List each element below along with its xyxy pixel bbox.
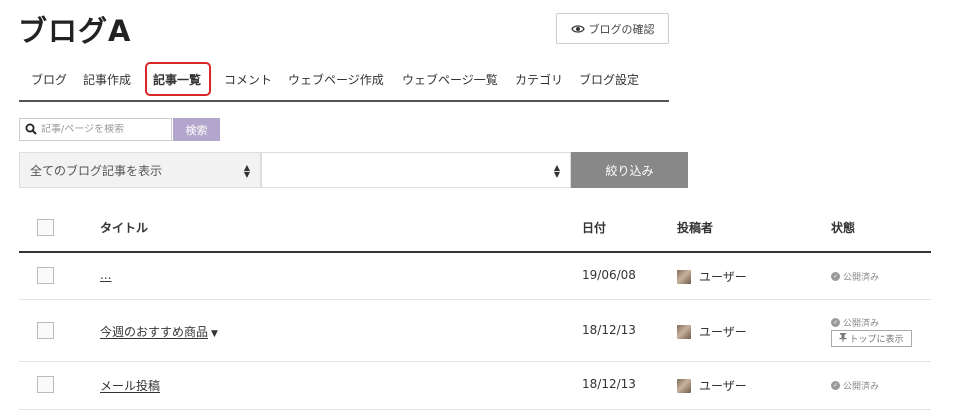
- avatar: [677, 324, 691, 339]
- avatar: [677, 269, 691, 284]
- tab-blog[interactable]: ブログ: [31, 58, 67, 100]
- row-checkbox[interactable]: [37, 322, 54, 339]
- post-title-cell: 今週のおすすめ商品 ▼: [100, 323, 218, 340]
- status-badge: ✓ 公開済み: [831, 270, 879, 283]
- check-circle-icon: ✓: [831, 272, 840, 281]
- caret-down-icon[interactable]: ▼: [211, 329, 218, 339]
- up-down-arrows-icon: ▲ ▼: [243, 163, 250, 179]
- pinned-top-label: トップに表示: [849, 335, 904, 345]
- apply-filter-button[interactable]: 絞り込み: [571, 152, 688, 188]
- post-date: 18/12/13: [582, 323, 636, 337]
- row-checkbox[interactable]: [37, 376, 54, 393]
- secondary-filter-select[interactable]: ▲ ▼: [261, 152, 571, 188]
- row-checkbox[interactable]: [37, 267, 54, 284]
- search-field: [19, 118, 172, 141]
- row-divider: [19, 299, 931, 300]
- tab-new-webpage[interactable]: ウェブページ作成: [288, 58, 384, 100]
- check-circle-icon: ✓: [831, 381, 840, 390]
- preview-blog-button[interactable]: ブログの確認: [556, 13, 669, 44]
- up-down-arrows-icon: ▲ ▼: [553, 163, 560, 179]
- post-author: ユーザー: [677, 323, 747, 340]
- status-badge: ✓ 公開済み: [831, 316, 879, 329]
- post-author: ユーザー: [677, 268, 747, 285]
- post-author: ユーザー: [677, 377, 747, 394]
- tab-comments[interactable]: コメント: [224, 58, 272, 100]
- column-header-author[interactable]: 投稿者: [677, 219, 713, 236]
- status-label: 公開済み: [843, 273, 880, 283]
- tab-new-post[interactable]: 記事作成: [83, 58, 131, 100]
- author-name: ユーザー: [699, 379, 747, 393]
- pinned-top-badge: トップに表示: [831, 330, 912, 347]
- eye-icon: [570, 24, 585, 34]
- post-title-link[interactable]: ...: [100, 268, 111, 282]
- blog-filter-select[interactable]: 全てのブログ記事を表示 ▲ ▼: [19, 152, 261, 188]
- active-tab-highlight: [145, 62, 211, 96]
- status-label: 公開済み: [843, 319, 880, 329]
- search-button[interactable]: 検索: [173, 118, 220, 141]
- author-name: ユーザー: [699, 325, 747, 339]
- post-title-link[interactable]: メール投稿: [100, 377, 160, 394]
- tab-blog-settings[interactable]: ブログ設定: [579, 58, 639, 100]
- column-header-status[interactable]: 状態: [831, 219, 855, 236]
- blog-filter-value: 全てのブログ記事を表示: [30, 163, 163, 178]
- post-date: 19/06/08: [582, 268, 636, 282]
- tab-bar: ブログ 記事作成 記事一覧 コメント ウェブページ作成 ウェブページ一覧 カテゴ…: [19, 58, 669, 102]
- check-circle-icon: ✓: [831, 318, 840, 327]
- status-label: 公開済み: [843, 382, 880, 392]
- search-input[interactable]: [41, 124, 161, 135]
- row-divider: [19, 361, 931, 362]
- preview-blog-label: ブログの確認: [588, 22, 655, 36]
- tab-webpage-list[interactable]: ウェブページ一覧: [402, 58, 498, 100]
- page-title: ブログA: [18, 14, 132, 48]
- search-icon: [25, 120, 37, 139]
- post-date: 18/12/13: [582, 377, 636, 391]
- pin-icon: [839, 332, 847, 345]
- post-title-link[interactable]: 今週のおすすめ商品: [100, 325, 208, 339]
- row-divider: [19, 409, 931, 410]
- avatar: [677, 378, 691, 393]
- tab-categories[interactable]: カテゴリ: [515, 58, 563, 100]
- status-badge: ✓ 公開済み: [831, 379, 879, 392]
- column-header-title[interactable]: タイトル: [100, 219, 148, 236]
- select-all-checkbox[interactable]: [37, 219, 54, 236]
- author-name: ユーザー: [699, 270, 747, 284]
- column-header-date[interactable]: 日付: [582, 219, 606, 236]
- table-header-divider: [19, 251, 931, 253]
